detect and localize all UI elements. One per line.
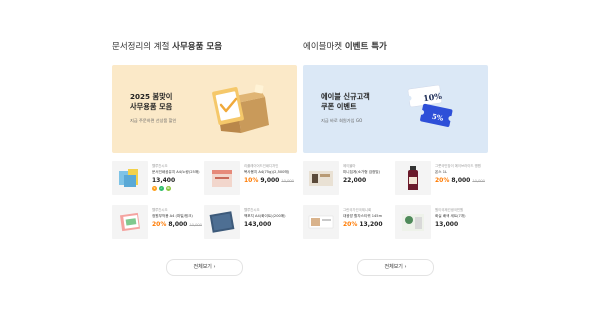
product-name[interactable]: 대광방 활자스티퀴 145m xyxy=(343,213,393,219)
clipboard-box-illustration xyxy=(212,84,269,133)
product-name[interactable]: 온스 1L xyxy=(435,169,485,175)
flame-icon: 9 xyxy=(152,186,157,191)
product-thumbnail[interactable] xyxy=(204,205,240,239)
product-card[interactable]: 그린국가건국제니회 대광방 활자스티퀴 145m 20% 13,200 xyxy=(303,205,391,241)
product-name[interactable]: 문서인쇄공유지 A4/노랑(25매) xyxy=(152,169,202,175)
product-thumbnail[interactable] xyxy=(204,161,240,195)
recycle-icon: ♻ xyxy=(166,186,171,191)
section-title-bold: 이벤트 특가 xyxy=(344,42,387,52)
product-image xyxy=(209,211,235,233)
product-price: 20% 8,000 10,000 xyxy=(435,177,485,184)
product-image xyxy=(402,214,424,231)
product-price: 13,000 xyxy=(435,221,459,228)
product-price: 22,000 xyxy=(343,177,367,184)
coupon-banner[interactable]: 에이블 신규고객 쿠폰 이벤트 지금 바로 회원가입 GO 10% 5% xyxy=(303,65,488,153)
product-image xyxy=(309,171,333,186)
product-name[interactable]: 정원부착용 A4 (파일/핑크) xyxy=(152,213,202,219)
product-image xyxy=(119,212,141,232)
product-card[interactable]: 리플레이어드인쇄디자인 복사용지 A4(75g)(2,500매) 10% 9,00… xyxy=(204,161,294,197)
banner-subtitle: 지금 바로 회원가입 GO xyxy=(321,118,363,123)
product-name[interactable]: 화실 배색 세트(7개) xyxy=(435,213,485,219)
product-price: 10% 9,000 10,000 xyxy=(244,177,294,184)
product-price: 20% 8,000 10,000 xyxy=(152,221,202,228)
view-all-button[interactable]: 전체보기 › xyxy=(357,259,434,276)
product-name[interactable]: 복사용지 A4(75g)(2,500매) xyxy=(244,169,294,175)
product-price: 13,400 xyxy=(152,177,176,184)
section-title: 에이블마켓 이벤트 특가 xyxy=(303,40,488,54)
section-office-supplies: 문서정리의 계절 사무용품 모음 2025 봄맞이 사무용품 모음 지금 주문하… xyxy=(112,40,297,276)
product-image xyxy=(408,166,418,190)
product-card[interactable]: 에이블마 미니집게(소가형 검정빛) 22,000 xyxy=(303,161,391,197)
product-card[interactable]: 웰루칸시오 책포지 A4(화이트)(200매) 143,000 xyxy=(204,205,292,241)
banner-subtitle: 지금 주문하면 선상품 할인 xyxy=(130,118,177,123)
product-image xyxy=(308,215,334,229)
section-title: 문서정리의 계절 사무용품 모음 xyxy=(112,40,297,54)
section-title-light: 문서정리의 계절 xyxy=(112,42,170,52)
product-badges: 9 ✓ ♻ xyxy=(152,186,202,191)
section-title-light: 에이블마켓 xyxy=(303,42,343,52)
office-banner[interactable]: 2025 봄맞이 사무용품 모음 지금 주문하면 선상품 할인 xyxy=(112,65,297,153)
section-event-deals: 에이블마켓 이벤트 특가 에이블 신규고객 쿠폰 이벤트 지금 바로 회원가입 … xyxy=(303,40,488,276)
product-name[interactable]: 책포지 A4(화이트)(200매) xyxy=(244,213,294,219)
coupon-illustration: 10% 5% xyxy=(406,84,454,127)
product-card[interactable]: 웰루칸시오 정원부착용 A4 (파일/핑크) 20% 8,000 10,000 xyxy=(112,205,202,241)
product-price: 20% 13,200 xyxy=(343,221,383,228)
product-thumbnail[interactable] xyxy=(303,205,339,239)
product-price: 143,000 xyxy=(244,221,272,228)
product-thumbnail[interactable] xyxy=(395,205,431,239)
product-image xyxy=(212,170,232,187)
section-title-bold: 사무용품 모음 xyxy=(172,42,223,52)
product-thumbnail[interactable] xyxy=(112,205,148,239)
banner-title: 2025 봄맞이 사무용품 모음 xyxy=(130,92,173,111)
product-thumbnail[interactable] xyxy=(112,161,148,195)
product-thumbnail[interactable] xyxy=(395,161,431,195)
leaf-icon: ✓ xyxy=(159,186,164,191)
product-card[interactable]: 그릇국민장이 에이브라이드 병원 온스 1L 20% 8,000 10,000 xyxy=(395,161,485,197)
product-card[interactable]: 원이국제선생국민원 화실 배색 세트(7개) 13,000 xyxy=(395,205,483,241)
product-image xyxy=(119,169,138,187)
view-all-button[interactable]: 전체보기 › xyxy=(166,259,243,276)
product-name[interactable]: 미니집게(소가형 검정빛) xyxy=(343,169,393,175)
product-thumbnail[interactable] xyxy=(303,161,339,195)
banner-title: 에이블 신규고객 쿠폰 이벤트 xyxy=(321,92,370,111)
product-card[interactable]: 웰루칸시오 문서인쇄공유지 A4/노랑(25매) 13,400 9 ✓ ♻ xyxy=(112,161,200,197)
